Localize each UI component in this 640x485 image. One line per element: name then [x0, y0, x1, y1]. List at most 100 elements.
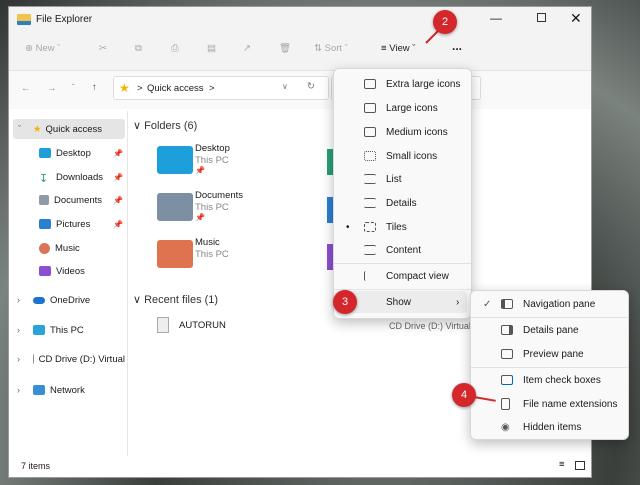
checkmark-icon: ✓: [483, 298, 492, 310]
cut-icon[interactable]: ✂: [99, 43, 107, 54]
nav-onedrive[interactable]: › OneDrive: [13, 290, 125, 310]
preview-pane-icon: [501, 349, 513, 359]
view-button[interactable]: ≡ View ˇ: [381, 43, 415, 54]
menu-label: List: [386, 173, 402, 185]
expand-chevron[interactable]: ›: [17, 385, 20, 395]
menu-tiles[interactable]: • Tiles: [338, 216, 467, 238]
window-title: File Explorer: [36, 14, 93, 25]
menu-hidden-items[interactable]: ◉ Hidden items: [475, 416, 624, 438]
folder-name: Music: [195, 237, 220, 248]
menu-label: Tiles: [386, 221, 407, 233]
nav-this-pc[interactable]: › This PC: [13, 320, 125, 340]
nav-label: Music: [55, 242, 80, 254]
status-item-count: 7 items: [21, 461, 51, 471]
menu-label: Hidden items: [523, 421, 582, 433]
nav-cd-drive[interactable]: › CD Drive (D:) Virtual: [13, 349, 125, 369]
folder-tile[interactable]: Music This PC: [151, 235, 351, 275]
back-button[interactable]: ←: [21, 83, 31, 94]
address-dropdown[interactable]: ∨: [282, 82, 288, 91]
refresh-button[interactable]: ↻: [307, 81, 315, 92]
menu-show[interactable]: Show ›: [338, 291, 467, 313]
folders-header[interactable]: ∨ Folders (6): [133, 119, 197, 132]
file-location: CD Drive (D:) VirtualE: [389, 321, 477, 331]
menu-large-icons[interactable]: Large icons: [338, 97, 467, 119]
nav-desktop[interactable]: Desktop 📌: [13, 143, 125, 163]
nav-label: Network: [50, 384, 85, 396]
share-icon[interactable]: ↗: [243, 43, 251, 54]
address-bar[interactable]: ★ > Quick access > ∨ ↻: [113, 76, 329, 100]
download-icon: ↧: [39, 173, 49, 185]
folder-tile[interactable]: Documents This PC 📌: [151, 188, 351, 228]
menu-label: Medium icons: [386, 126, 448, 138]
star-icon: ★: [33, 123, 42, 135]
path-quick-access[interactable]: Quick access: [147, 83, 204, 94]
tiles-icon: [364, 222, 376, 232]
menu-small-icons[interactable]: Small icons: [338, 145, 467, 167]
tiles-view-button[interactable]: [575, 461, 585, 470]
monitor-icon: [364, 127, 376, 137]
details-pane-icon: [501, 325, 513, 335]
view-icon: ≡: [381, 43, 387, 54]
videos-icon: [39, 266, 51, 276]
nav-pictures[interactable]: Pictures 📌: [13, 214, 125, 234]
sort-label: Sort: [324, 43, 343, 54]
menu-preview-pane[interactable]: Preview pane: [475, 343, 624, 365]
copy-icon[interactable]: ⧉: [135, 43, 142, 54]
paste-icon[interactable]: ⎙: [171, 43, 179, 54]
sort-button[interactable]: ⇅ Sort ˇ: [314, 43, 348, 54]
compact-icon: [364, 271, 376, 281]
nav-downloads[interactable]: ↧ Downloads 📌: [13, 167, 125, 187]
navigation-pane: ˇ ★ Quick access Desktop 📌 ↧ Downloads 📌 Docu…: [9, 111, 128, 456]
command-bar: ⊕ New ˇ ✂ ⧉ ⎙ ▤ ↗ 🗑 ⇅ Sort ˇ ≡ View ˇ ..…: [9, 33, 591, 71]
menu-compact-view[interactable]: Compact view: [338, 265, 467, 287]
file-icon: [501, 398, 510, 410]
menu-navigation-pane[interactable]: ✓ Navigation pane: [475, 293, 624, 315]
menu-label: File name extensions: [523, 398, 618, 410]
menu-label: Small icons: [386, 150, 438, 162]
new-button[interactable]: ⊕ New ˇ: [25, 43, 60, 54]
recent-dropdown[interactable]: ˇ: [72, 83, 75, 92]
menu-content[interactable]: Content: [338, 239, 467, 261]
menu-details-pane[interactable]: Details pane: [475, 319, 624, 341]
path-separator: >: [137, 83, 143, 94]
details-view-button[interactable]: ≡: [559, 459, 565, 470]
maximize-button[interactable]: [537, 13, 546, 22]
up-button[interactable]: ↑: [92, 82, 97, 93]
nav-quick-access[interactable]: ˇ ★ Quick access: [13, 119, 125, 139]
delete-icon[interactable]: 🗑: [279, 43, 291, 54]
more-options-button[interactable]: ...: [452, 39, 462, 53]
nav-label: CD Drive (D:) Virtual: [38, 353, 125, 365]
folder-icon: [157, 193, 193, 221]
folder-location: This PC: [195, 155, 229, 166]
minimize-button[interactable]: —: [490, 11, 502, 25]
nav-music[interactable]: Music: [13, 238, 125, 258]
pictures-icon: [39, 219, 51, 229]
menu-file-name-extensions[interactable]: File name extensions: [475, 393, 624, 415]
expand-chevron[interactable]: ›: [17, 325, 20, 335]
menu-list[interactable]: List: [338, 168, 467, 190]
folder-tile[interactable]: Desktop This PC 📌: [151, 141, 351, 181]
cd-drive-icon: [33, 354, 34, 364]
nav-label: Pictures: [56, 218, 91, 230]
nav-label: Desktop: [56, 147, 91, 159]
chevron-right-icon: ›: [456, 296, 460, 308]
nav-network[interactable]: › Network: [13, 380, 125, 400]
menu-details[interactable]: Details: [338, 192, 467, 214]
forward-button[interactable]: →: [47, 83, 57, 94]
close-button[interactable]: ✕: [570, 10, 582, 27]
folder-location: This PC: [195, 249, 229, 260]
menu-extra-large-icons[interactable]: Extra large icons: [338, 73, 467, 95]
music-icon: [39, 242, 50, 254]
expand-chevron[interactable]: ›: [17, 354, 20, 364]
expand-chevron[interactable]: ›: [17, 295, 20, 305]
menu-medium-icons[interactable]: Medium icons: [338, 121, 467, 143]
monitor-icon: [364, 79, 376, 89]
nav-videos[interactable]: Videos: [13, 261, 125, 281]
pin-icon: 📌: [195, 213, 205, 222]
rename-icon[interactable]: ▤: [207, 43, 216, 54]
recent-files-header[interactable]: ∨ Recent files (1): [133, 293, 218, 306]
folder-name: Desktop: [195, 143, 230, 154]
menu-item-check-boxes[interactable]: Item check boxes: [475, 369, 624, 391]
file-icon: [157, 317, 169, 333]
nav-documents[interactable]: Documents 📌: [13, 190, 125, 210]
